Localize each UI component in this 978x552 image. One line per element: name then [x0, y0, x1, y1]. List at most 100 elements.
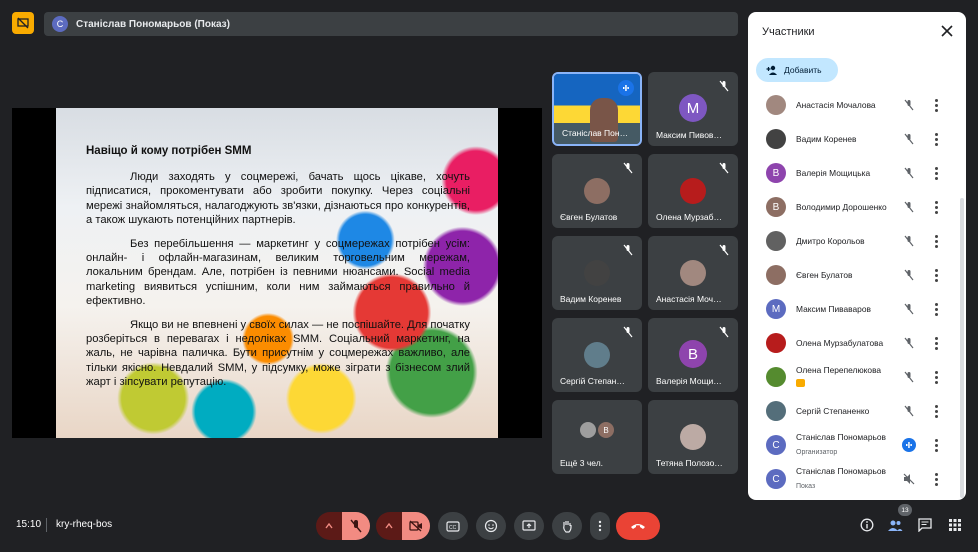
participant-name: Сергій Степаненко [796, 406, 870, 416]
list-item[interactable]: М Максим Пиваваров [748, 292, 956, 326]
more-participants-tile[interactable]: В Ещё 3 чел. [552, 400, 642, 474]
more-options-icon[interactable] [931, 370, 941, 384]
volume-off-icon [903, 473, 915, 485]
mic-off-icon [904, 99, 914, 111]
mic-off-icon [623, 162, 633, 174]
more-options-icon[interactable] [931, 336, 941, 350]
mic-off-icon [904, 235, 914, 247]
avatar [766, 367, 786, 387]
mic-toggle-button[interactable] [342, 512, 370, 540]
captions-button[interactable]: CC [438, 512, 468, 540]
mic-off-icon [719, 162, 729, 174]
list-item[interactable]: С Станіслав Пономарьов Организатор [748, 428, 956, 462]
avatar [580, 422, 596, 438]
participant-tile[interactable]: В Валерія Мощи… [648, 318, 738, 392]
chat-icon[interactable] [916, 516, 934, 534]
slide-paragraph: Якщо ви не впевнені у своїх силах — не п… [86, 319, 470, 388]
present-button[interactable] [514, 512, 544, 540]
participant-role: Показ [796, 483, 816, 490]
add-participant-button[interactable]: Добавить [756, 58, 838, 82]
raise-hand-button[interactable] [552, 512, 582, 540]
mic-off-icon [904, 371, 914, 383]
tile-name: Сергій Степан… [560, 376, 625, 386]
more-options-icon[interactable] [931, 166, 941, 180]
mic-off-icon [719, 244, 729, 256]
participant-tile[interactable]: Станіслав Пон… [552, 72, 642, 146]
list-item[interactable]: С Станіслав Пономарьов Показ [748, 462, 956, 496]
more-vert-icon [598, 520, 602, 532]
presenting-icon [796, 379, 805, 387]
hand-icon [563, 521, 572, 533]
mic-options-button[interactable] [316, 512, 342, 540]
panel-title: Участники [762, 26, 815, 38]
people-icon[interactable] [886, 516, 904, 534]
more-options-icon[interactable] [931, 132, 941, 146]
presentation-stage: Навіщо й кому потрібен SMM Люди заходять… [12, 108, 542, 438]
mic-off-icon [904, 201, 914, 213]
participant-tile[interactable]: Олена Мурзаб… [648, 154, 738, 228]
list-item[interactable]: В Володимир Дорошенко [748, 190, 956, 224]
clock: 15:10 [16, 519, 42, 530]
more-options-button[interactable] [590, 512, 610, 540]
participant-name: Олена Мурзабулатова [796, 338, 884, 348]
close-icon[interactable] [940, 24, 954, 38]
more-options-icon[interactable] [931, 438, 941, 452]
mic-off-icon [623, 326, 633, 338]
avatar [766, 95, 786, 115]
list-item[interactable]: Дмитро Корольов [748, 224, 956, 258]
participant-name: Анастасія Мочалова [796, 100, 876, 110]
avatar [766, 401, 786, 421]
tile-name: Валерія Мощи… [656, 376, 722, 386]
participant-name: Володимир Дорошенко [796, 202, 887, 212]
speaking-icon [902, 438, 916, 452]
camera-options-button[interactable] [376, 512, 402, 540]
camera-toggle-button[interactable] [402, 512, 430, 540]
participant-list: Анастасія Мочалова Вадим Коренев В Валер… [748, 88, 956, 496]
list-item[interactable]: В Валерія Мощицька [748, 156, 956, 190]
list-item[interactable]: Анастасія Мочалова [748, 88, 956, 122]
slide-paragraph: Без перебільшення — маркетинг у соцмереж… [86, 238, 470, 307]
participant-count-badge: 13 [898, 504, 912, 516]
divider [46, 518, 47, 532]
activities-icon[interactable] [946, 516, 964, 534]
speaking-icon [618, 80, 634, 96]
more-options-icon[interactable] [931, 404, 941, 418]
chevron-up-icon [385, 523, 393, 529]
meeting-info-icon[interactable] [858, 516, 876, 534]
svg-text:CC: CC [449, 525, 457, 531]
camera-off-icon [409, 520, 422, 532]
present-off-icon[interactable] [12, 12, 34, 34]
mic-off-icon [719, 326, 729, 338]
list-item[interactable]: Євген Булатов [748, 258, 956, 292]
participant-tile[interactable]: Євген Булатов [552, 154, 642, 228]
participant-name: Максим Пиваваров [796, 304, 871, 314]
add-person-icon [766, 65, 777, 75]
participant-tile[interactable]: М Максим Пивов… [648, 72, 738, 146]
more-options-icon[interactable] [931, 200, 941, 214]
participant-tile[interactable]: Вадим Коренев [552, 236, 642, 310]
tile-name: Олена Мурзаб… [656, 212, 722, 222]
participant-tile[interactable]: Анастасія Моч… [648, 236, 738, 310]
slide-title: Навіщо й кому потрібен SMM [86, 145, 252, 157]
participant-name: Олена Перепелюкова [796, 365, 882, 375]
list-item[interactable]: Вадим Коренев [748, 122, 956, 156]
more-options-icon[interactable] [931, 268, 941, 282]
more-options-icon[interactable] [931, 302, 941, 316]
avatar: С [766, 435, 786, 455]
leave-call-button[interactable] [616, 512, 660, 540]
list-item[interactable]: Сергій Степаненко [748, 394, 956, 428]
participant-name: Євген Булатов [796, 270, 853, 280]
slide: Навіщо й кому потрібен SMM Люди заходять… [56, 108, 498, 438]
more-options-icon[interactable] [931, 234, 941, 248]
participant-tile[interactable]: Сергій Степан… [552, 318, 642, 392]
more-options-icon[interactable] [931, 472, 941, 486]
more-options-icon[interactable] [931, 98, 941, 112]
mic-off-icon [904, 337, 914, 349]
avatar: В [766, 163, 786, 183]
list-item[interactable]: Олена Перепелюкова [748, 360, 956, 394]
reactions-button[interactable] [476, 512, 506, 540]
participant-tile[interactable]: Тетяна Полозо… [648, 400, 738, 474]
emoji-icon [484, 519, 498, 533]
list-item[interactable]: Олена Мурзабулатова [748, 326, 956, 360]
scrollbar[interactable] [960, 198, 964, 498]
